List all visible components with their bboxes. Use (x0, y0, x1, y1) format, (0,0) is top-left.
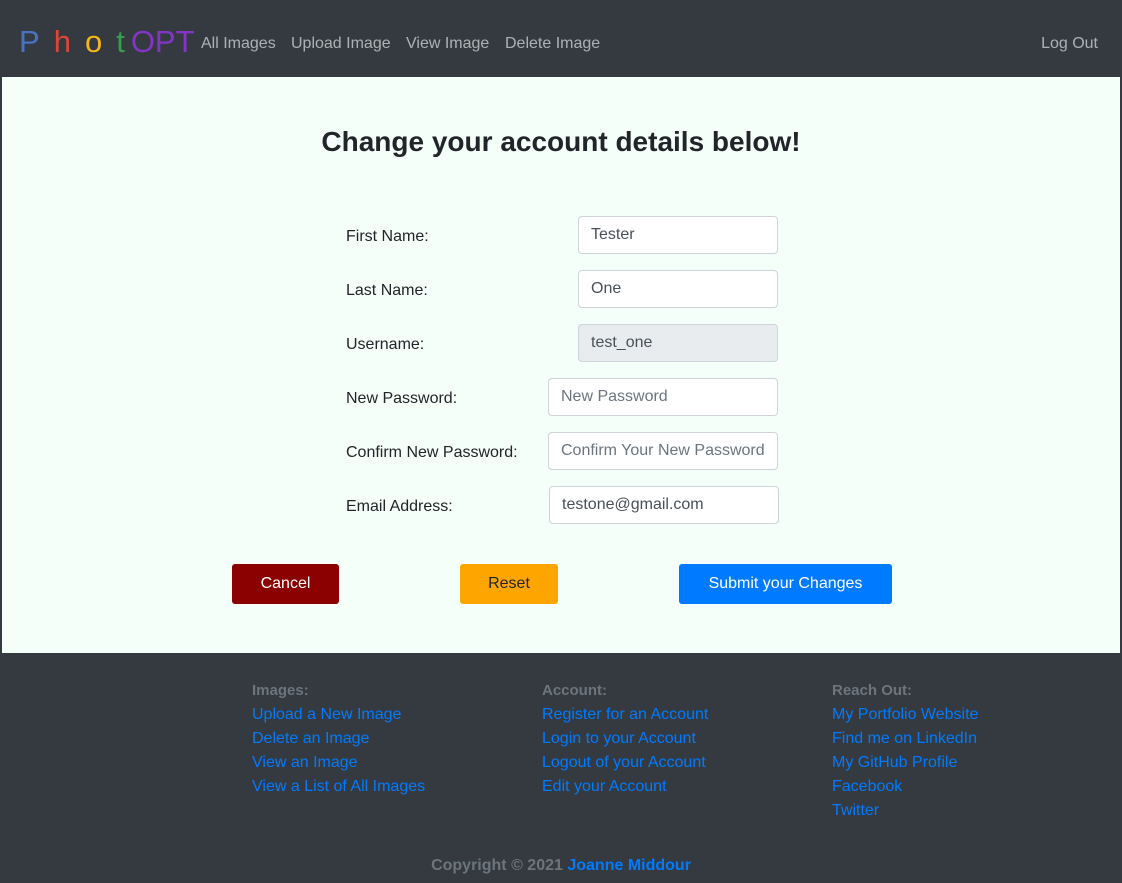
last-name-label: Last Name: (346, 282, 428, 299)
footer-account-heading: Account: (542, 682, 607, 699)
username-label: Username: (346, 336, 425, 353)
username-input (578, 324, 778, 362)
nav-all-images[interactable]: All Images (201, 34, 276, 54)
copyright: Copyright © 2021 Joanne Middour (2, 855, 1120, 877)
footer-link-view-image[interactable]: View an Image (252, 751, 425, 775)
cancel-button[interactable]: Cancel (232, 564, 339, 604)
footer-images-heading: Images: (252, 682, 309, 699)
confirm-password-input[interactable] (548, 432, 778, 470)
footer-reach-out-column: Reach Out: My Portfolio Website Find me … (832, 679, 978, 823)
footer-link-logout[interactable]: Logout of your Account (542, 751, 708, 775)
first-name-label: First Name: (346, 228, 429, 245)
footer-link-delete-image[interactable]: Delete an Image (252, 727, 425, 751)
footer-link-portfolio[interactable]: My Portfolio Website (832, 703, 978, 727)
brand-letter-t: t (116, 24, 125, 59)
new-password-label: New Password: (346, 390, 458, 407)
footer-reach-out-heading: Reach Out: (832, 682, 913, 699)
footer-link-register[interactable]: Register for an Account (542, 703, 708, 727)
footer-link-facebook[interactable]: Facebook (832, 775, 978, 799)
footer-link-linkedin[interactable]: Find me on LinkedIn (832, 727, 978, 751)
email-label: Email Address: (346, 498, 453, 515)
nav-upload-image[interactable]: Upload Image (291, 34, 391, 54)
email-input[interactable] (549, 486, 779, 524)
first-name-input[interactable] (578, 216, 778, 254)
nav-log-out[interactable]: Log Out (1041, 34, 1098, 54)
nav-view-image[interactable]: View Image (406, 34, 489, 54)
brand-letters-opt: OPT (130, 24, 195, 59)
brand-letter-o: o (84, 24, 103, 59)
nav-delete-image[interactable]: Delete Image (505, 34, 600, 54)
submit-button[interactable]: Submit your Changes (679, 564, 892, 604)
reset-button[interactable]: Reset (460, 564, 558, 604)
copyright-text: Copyright © 2021 (431, 857, 563, 874)
brand-logo[interactable]: Ph o t OPT (19, 24, 195, 60)
footer-images-column: Images: Upload a New Image Delete an Ima… (252, 679, 425, 799)
footer-link-upload-image[interactable]: Upload a New Image (252, 703, 425, 727)
footer-link-all-images[interactable]: View a List of All Images (252, 775, 425, 799)
footer-link-edit-account[interactable]: Edit your Account (542, 775, 708, 799)
brand-letter-h: h (53, 24, 71, 59)
footer: Images: Upload a New Image Delete an Ima… (2, 655, 1120, 883)
main-content: Change your account details below! First… (2, 77, 1120, 653)
page-title: Change your account details below! (321, 126, 801, 157)
footer-link-login[interactable]: Login to your Account (542, 727, 708, 751)
brand-letter-p: P (19, 24, 40, 59)
footer-link-github[interactable]: My GitHub Profile (832, 751, 978, 775)
footer-account-column: Account: Register for an Account Login t… (542, 679, 708, 799)
last-name-input[interactable] (578, 270, 778, 308)
footer-link-twitter[interactable]: Twitter (832, 799, 978, 823)
confirm-password-label: Confirm New Password: (346, 444, 518, 461)
new-password-input[interactable] (548, 378, 778, 416)
author-link[interactable]: Joanne Middour (567, 857, 691, 874)
navbar: Ph o t OPT All Images Upload Image View Ima… (2, 2, 1120, 75)
